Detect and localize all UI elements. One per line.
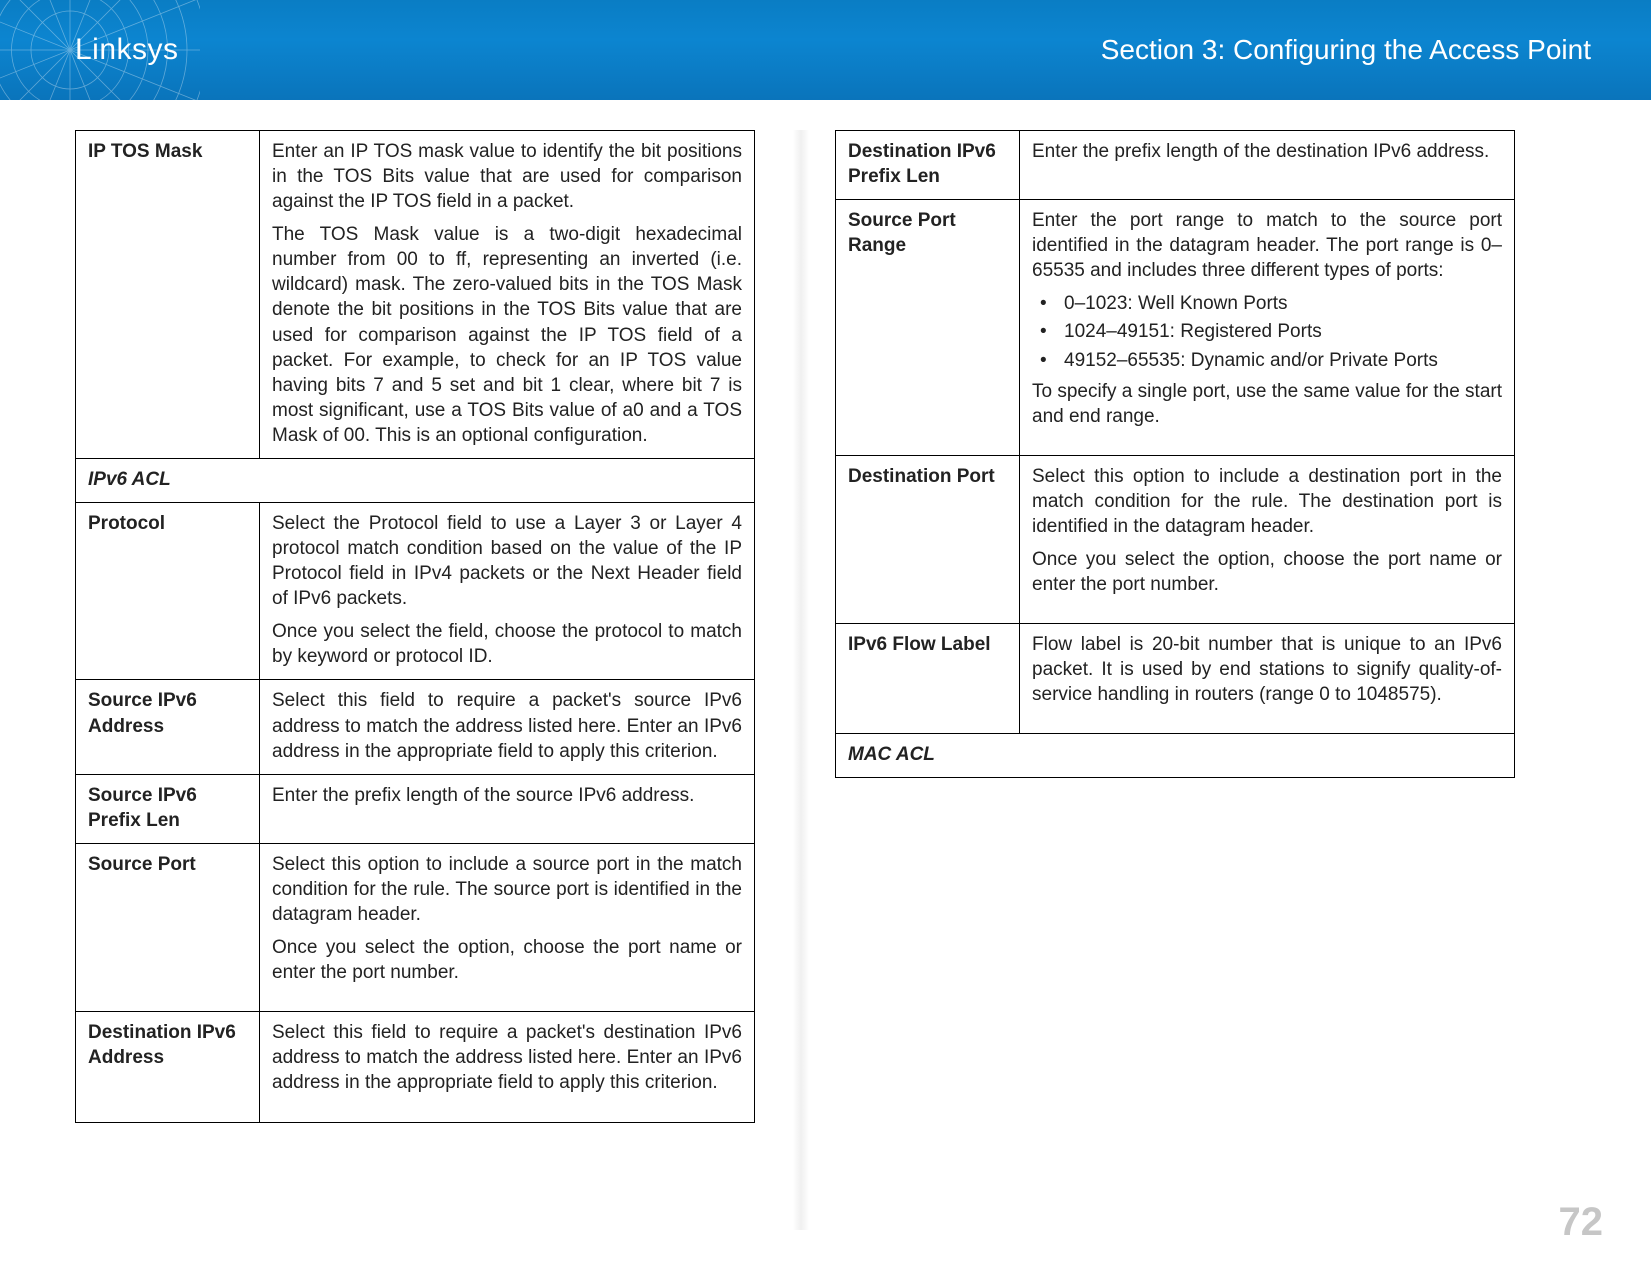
bullet-list: 0–1023: Well Known Ports 1024–49151: Regi… (1032, 291, 1502, 372)
field-description: Enter the prefix length of the destinati… (1020, 131, 1515, 200)
description-paragraph: Once you select the option, choose the p… (272, 935, 742, 985)
page-content: IP TOS MaskEnter an IP TOS mask value to… (0, 100, 1651, 1123)
field-description: Enter an IP TOS mask value to identify t… (260, 131, 755, 459)
description-paragraph: Enter the prefix length of the destinati… (1032, 139, 1502, 164)
table-row: IPv6 Flow LabelFlow label is 20-bit numb… (836, 624, 1515, 734)
description-paragraph: Select this option to include a source p… (272, 852, 742, 927)
field-label: Protocol (76, 503, 260, 680)
right-table: Destination IPv6 Prefix Len Enter the pre… (835, 130, 1515, 778)
table-row: Source PortSelect this option to include… (76, 843, 755, 1011)
right-column: Destination IPv6 Prefix Len Enter the pre… (835, 130, 1515, 1123)
description-paragraph: Enter an IP TOS mask value to identify t… (272, 139, 742, 214)
table-row: Source Port RangeEnter the port range to… (836, 200, 1515, 456)
bullet-item: 49152–65535: Dynamic and/or Private Port… (1032, 348, 1502, 373)
field-label: Source IPv6 Address (76, 680, 260, 774)
field-description: Enter the prefix length of the source IP… (260, 774, 755, 843)
section-header: IPv6 ACL (76, 458, 755, 502)
field-label: Source IPv6 Prefix Len (76, 774, 260, 843)
page-number: 72 (1559, 1200, 1604, 1245)
brand-name: Linksys (75, 33, 179, 67)
field-description: Enter the port range to match to the sou… (1020, 200, 1515, 456)
description-paragraph: Once you select the option, choose the p… (1032, 547, 1502, 597)
description-paragraph: Select the Protocol field to use a Layer… (272, 511, 742, 611)
table-row: Destination IPv6 AddressSelect this fiel… (76, 1012, 755, 1122)
field-label: Source Port (76, 843, 260, 1011)
field-label: Destination Port (836, 455, 1020, 623)
section-title: Section 3: Configuring the Access Point (1101, 34, 1591, 66)
field-description: Select this field to require a packet's … (260, 1012, 755, 1122)
table-row: Source IPv6 AddressSelect this field to … (76, 680, 755, 774)
table-row: Destination IPv6 Prefix Len Enter the pre… (836, 131, 1515, 200)
field-label: Destination IPv6 Address (76, 1012, 260, 1122)
left-table: IP TOS MaskEnter an IP TOS mask value to… (75, 130, 755, 1123)
description-paragraph: Flow label is 20-bit number that is uniq… (1032, 632, 1502, 707)
table-row: MAC ACL (836, 734, 1515, 778)
field-description: Select this option to include a source p… (260, 843, 755, 1011)
field-description: Select the Protocol field to use a Layer… (260, 503, 755, 680)
table-row: ProtocolSelect the Protocol field to use… (76, 503, 755, 680)
field-label: IP TOS Mask (76, 131, 260, 459)
header: Linksys Section 3: Configuring the Acces… (0, 0, 1651, 100)
table-row: IPv6 ACL (76, 458, 755, 502)
field-label: Source Port Range (836, 200, 1020, 456)
table-row: IP TOS MaskEnter an IP TOS mask value to… (76, 131, 755, 459)
description-paragraph: Enter the port range to match to the sou… (1032, 208, 1502, 283)
field-description: Flow label is 20-bit number that is uniq… (1020, 624, 1515, 734)
description-paragraph: The TOS Mask value is a two-digit hexade… (272, 222, 742, 448)
field-label: IPv6 Flow Label (836, 624, 1020, 734)
bullet-item: 1024–49151: Registered Ports (1032, 319, 1502, 344)
left-column: IP TOS MaskEnter an IP TOS mask value to… (75, 130, 755, 1123)
description-paragraph: Select this field to require a packet's … (272, 1020, 742, 1095)
description-paragraph: To specify a single port, use the same v… (1032, 379, 1502, 429)
description-paragraph: Select this field to require a packet's … (272, 688, 742, 763)
description-paragraph: Enter the prefix length of the source IP… (272, 783, 742, 808)
field-description: Select this field to require a packet's … (260, 680, 755, 774)
table-row: Source IPv6 Prefix Len Enter the prefix l… (76, 774, 755, 843)
field-label: Destination IPv6 Prefix Len (836, 131, 1020, 200)
column-divider (793, 130, 809, 1230)
description-paragraph: Once you select the field, choose the pr… (272, 619, 742, 669)
bullet-item: 0–1023: Well Known Ports (1032, 291, 1502, 316)
field-description: Select this option to include a destinat… (1020, 455, 1515, 623)
table-row: Destination PortSelect this option to in… (836, 455, 1515, 623)
description-paragraph: Select this option to include a destinat… (1032, 464, 1502, 539)
section-header: MAC ACL (836, 734, 1515, 778)
